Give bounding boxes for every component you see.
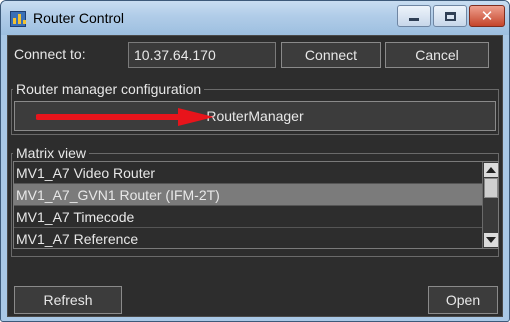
close-button[interactable]: ✕ — [469, 5, 505, 27]
scroll-up-button[interactable] — [484, 163, 498, 177]
red-arrow-annotation — [36, 108, 214, 126]
router-manager-group-title: Router manager configuration — [13, 81, 205, 97]
scroll-thumb[interactable] — [484, 178, 498, 198]
list-item[interactable]: MV1_A7 Timecode — [14, 206, 483, 228]
arrow-up-icon — [486, 167, 496, 173]
refresh-button[interactable]: Refresh — [14, 286, 122, 314]
app-icon — [10, 11, 26, 27]
maximize-button[interactable] — [433, 5, 467, 27]
open-button[interactable]: Open — [428, 286, 498, 314]
list-item[interactable]: MV1_A7 Video Router — [14, 162, 483, 184]
arrow-down-icon — [486, 237, 496, 243]
list-scrollbar[interactable] — [482, 162, 498, 248]
connect-button[interactable]: Connect — [281, 42, 381, 68]
dialog-content: Connect to: 10.37.64.170 Connect Cancel … — [7, 35, 503, 317]
scroll-down-button[interactable] — [484, 233, 498, 247]
cancel-button[interactable]: Cancel — [385, 42, 489, 68]
title-bar[interactable]: Router Control ✕ — [1, 1, 509, 35]
connect-to-label: Connect to: — [14, 46, 86, 62]
list-item-selected[interactable]: MV1_A7_GVN1 Router (IFM-2T) — [14, 184, 483, 206]
maximize-icon — [444, 11, 456, 21]
close-icon: ✕ — [480, 6, 494, 25]
list-item[interactable]: MV1_A7 Reference — [14, 228, 483, 248]
matrix-list[interactable]: MV1_A7 Video Router MV1_A7_GVN1 Router (… — [13, 161, 499, 249]
matrix-view-group-title: Matrix view — [13, 145, 90, 161]
minimize-button[interactable] — [397, 5, 431, 27]
window-title: Router Control — [33, 10, 125, 26]
minimize-icon — [409, 18, 419, 21]
address-field[interactable]: 10.37.64.170 — [128, 42, 276, 68]
router-control-window: Router Control ✕ Connect to: 10.37.64.17… — [0, 0, 510, 322]
